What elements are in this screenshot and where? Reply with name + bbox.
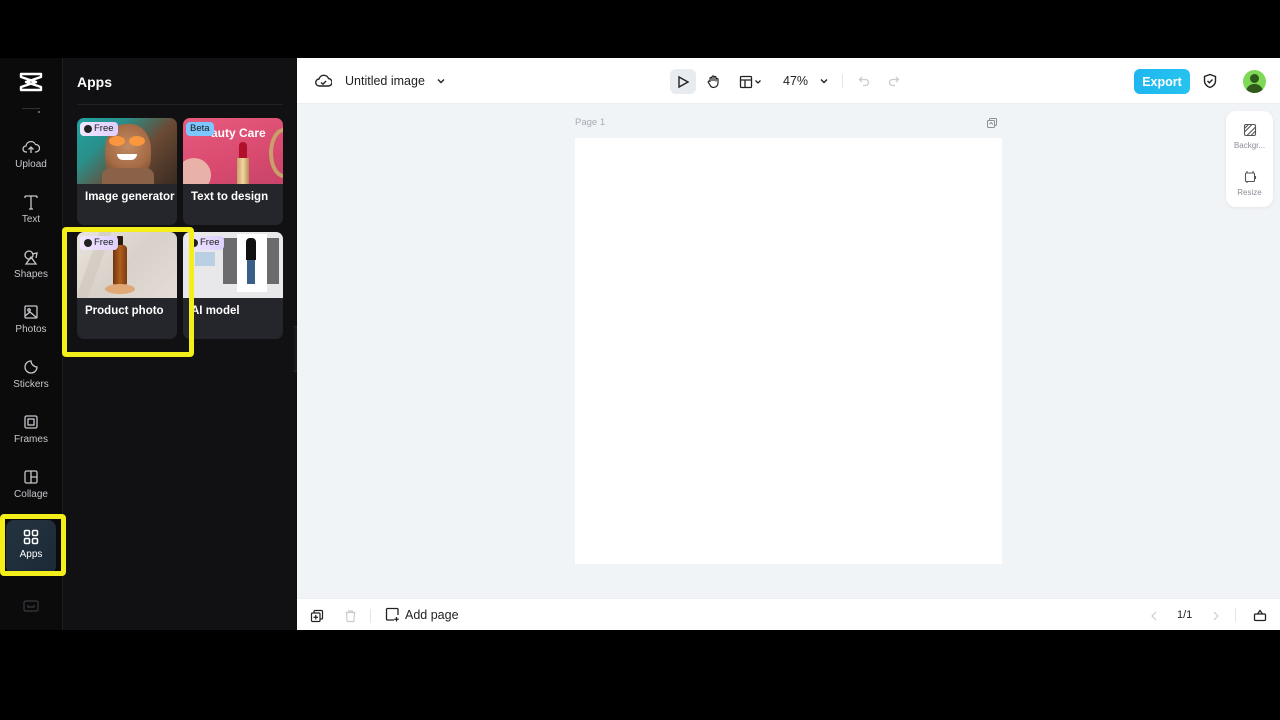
rail-item-label: Frames bbox=[14, 434, 48, 445]
zoom-level[interactable]: 47% bbox=[783, 74, 808, 88]
add-page-icon bbox=[385, 607, 399, 622]
rail-item-label: Photos bbox=[15, 324, 47, 335]
background-tool-button[interactable]: Backgr... bbox=[1226, 123, 1273, 150]
duplicate-page-icon[interactable] bbox=[986, 117, 998, 129]
zoom-chevron-down-icon[interactable] bbox=[818, 75, 830, 87]
hand-tool-button[interactable] bbox=[700, 69, 726, 94]
delete-page-icon[interactable] bbox=[344, 609, 357, 623]
add-page-label: Add page bbox=[405, 607, 459, 622]
rail-item-photos[interactable]: Photos bbox=[4, 297, 58, 347]
rail-item-label: Apps bbox=[19, 549, 43, 560]
cloud-saved-icon[interactable] bbox=[315, 73, 332, 88]
free-badge: Free bbox=[80, 122, 118, 136]
panel-divider bbox=[77, 104, 283, 105]
logo-divider bbox=[22, 108, 40, 109]
side-tool-label: Backgr... bbox=[1233, 141, 1266, 150]
rail-item-label: Upload bbox=[15, 159, 47, 170]
design-canvas[interactable] bbox=[575, 138, 1002, 564]
collage-icon bbox=[24, 470, 38, 484]
chevron-down-icon[interactable] bbox=[434, 74, 448, 88]
select-tool-button[interactable] bbox=[670, 69, 696, 94]
clock-icon bbox=[84, 239, 92, 247]
beta-badge: Beta bbox=[186, 122, 214, 136]
page-counter: 1/1 bbox=[1177, 609, 1193, 621]
redo-icon[interactable] bbox=[887, 74, 901, 88]
layout-menu-button[interactable] bbox=[733, 69, 769, 94]
rail-item-frames[interactable]: Frames bbox=[4, 407, 58, 457]
card-label: AI model bbox=[191, 305, 240, 317]
rail-item-shapes[interactable]: Shapes bbox=[4, 242, 58, 292]
next-page-icon[interactable] bbox=[1211, 610, 1221, 622]
rail-item-text[interactable]: Text bbox=[4, 187, 58, 237]
capcut-logo-icon[interactable] bbox=[18, 71, 44, 93]
bottom-toolbar: Add page 1/1 bbox=[297, 598, 1280, 630]
stickers-icon bbox=[24, 360, 38, 374]
free-badge: Free bbox=[186, 236, 224, 250]
prev-page-icon[interactable] bbox=[1149, 610, 1159, 622]
background-icon bbox=[1243, 123, 1256, 137]
bottom-divider bbox=[370, 609, 371, 623]
undo-icon[interactable] bbox=[857, 74, 871, 88]
toolbar-divider bbox=[842, 74, 843, 88]
card-label: Product photo bbox=[85, 305, 164, 317]
workspace: Untitled image 47% Export Page 1 Backgr.… bbox=[297, 58, 1280, 630]
frames-icon bbox=[24, 415, 38, 429]
apps-panel: Apps Free Image generator auty Care Beta… bbox=[63, 58, 296, 630]
cloud-upload-icon bbox=[22, 140, 40, 153]
pointer-icon bbox=[678, 75, 690, 88]
export-button[interactable]: Export bbox=[1134, 69, 1190, 94]
hand-icon bbox=[707, 75, 719, 89]
top-toolbar: Untitled image 47% Export bbox=[297, 58, 1280, 104]
bottom-divider bbox=[1235, 608, 1236, 622]
app-window: Upload Text Shapes Photos Stickers Frame… bbox=[0, 58, 1280, 630]
left-rail: Upload Text Shapes Photos Stickers Frame… bbox=[0, 58, 63, 630]
pages-panel-icon[interactable] bbox=[1253, 608, 1267, 622]
rail-item-upload[interactable]: Upload bbox=[4, 132, 58, 182]
rail-item-stickers[interactable]: Stickers bbox=[4, 352, 58, 402]
apps-grid-icon bbox=[23, 529, 39, 545]
side-tools-panel: Backgr... Resize bbox=[1226, 111, 1273, 207]
resize-icon bbox=[1244, 171, 1256, 183]
side-tool-label: Resize bbox=[1237, 188, 1262, 197]
rail-item-label: Text bbox=[21, 214, 41, 225]
shield-check-icon[interactable] bbox=[1202, 73, 1218, 89]
app-card-product-photo[interactable]: Free Product photo bbox=[77, 232, 177, 339]
card-label: Text to design bbox=[191, 191, 269, 203]
clock-icon bbox=[190, 239, 198, 247]
text-icon bbox=[24, 195, 38, 210]
app-card-ai-model[interactable]: Free AI model bbox=[183, 232, 283, 339]
app-card-text-to-design[interactable]: auty Care Beta Text to design bbox=[183, 118, 283, 225]
page-label: Page 1 bbox=[575, 117, 606, 128]
rail-item-label: Collage bbox=[14, 489, 48, 500]
app-card-image-generator[interactable]: Free Image generator bbox=[77, 118, 177, 225]
user-avatar[interactable] bbox=[1243, 70, 1266, 93]
panel-title: Apps bbox=[77, 74, 112, 90]
rail-item-apps[interactable]: Apps bbox=[6, 520, 56, 574]
free-badge: Free bbox=[80, 236, 118, 250]
duplicate-page-icon[interactable] bbox=[310, 609, 324, 623]
chevron-down-icon bbox=[755, 79, 761, 84]
layout-icon bbox=[739, 75, 753, 88]
logo-dot bbox=[38, 111, 40, 113]
clock-icon bbox=[84, 125, 92, 133]
photos-icon bbox=[24, 305, 38, 319]
rail-item-label: Shapes bbox=[14, 269, 48, 280]
add-page-button[interactable]: Add page bbox=[385, 607, 459, 622]
resize-tool-button[interactable]: Resize bbox=[1226, 170, 1273, 197]
rail-item-collage[interactable]: Collage bbox=[4, 462, 58, 512]
rail-item-label: Stickers bbox=[13, 379, 49, 390]
keyboard-shortcuts-icon[interactable] bbox=[23, 600, 39, 612]
card-label: Image generator bbox=[85, 191, 175, 203]
shapes-icon bbox=[24, 250, 38, 265]
document-title[interactable]: Untitled image bbox=[345, 74, 425, 88]
